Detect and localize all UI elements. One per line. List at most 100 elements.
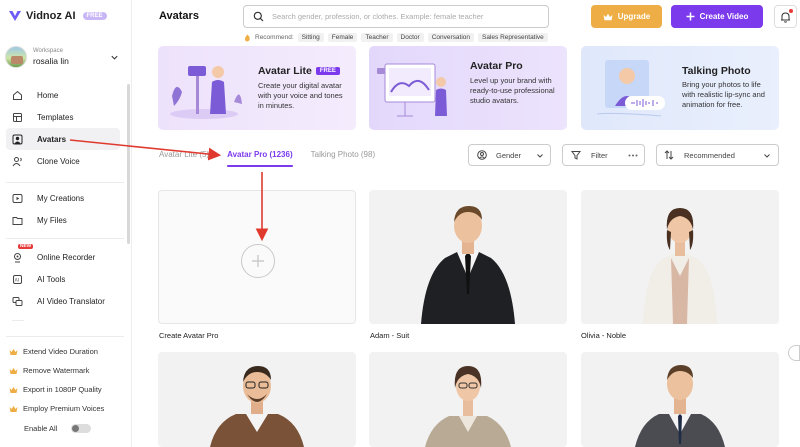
promo-item[interactable]: Remove Watermark [9, 361, 129, 380]
banner-title: Avatar Pro [470, 60, 523, 72]
create-video-label: Create Video [699, 12, 749, 21]
ai-tools-icon: AI [12, 274, 23, 285]
avatar-image [635, 365, 725, 447]
sidebar-item-templates[interactable]: Templates [0, 106, 128, 128]
avatar-card[interactable] [158, 352, 356, 447]
side-panel-handle[interactable] [788, 345, 800, 361]
card-title: Adam - Suit [370, 331, 410, 340]
plan-badge: FREE [82, 12, 107, 20]
avatar-card[interactable] [581, 352, 779, 447]
sort-icon [664, 150, 674, 160]
crown-icon [9, 367, 18, 374]
sidebar-item-label: Online Recorder [37, 252, 96, 262]
recommend-chip[interactable]: Conversation [427, 33, 475, 42]
recommend-chip[interactable]: Sales Representative [478, 33, 548, 42]
avatar [5, 46, 27, 68]
sidebar-scrollbar[interactable] [127, 84, 130, 244]
recommend-chip[interactable]: Sitting [297, 33, 324, 42]
card-title: Create Avatar Pro [159, 331, 219, 340]
vidnoz-logo-icon [9, 11, 21, 21]
avatar-card-adam[interactable] [369, 190, 567, 324]
nav-library: My Creations My Files [0, 187, 128, 231]
plus-icon [252, 255, 264, 267]
avatar-lite-banner[interactable]: Avatar Lite FREE Create your digital avat… [158, 46, 356, 130]
crown-icon [603, 13, 613, 20]
plus-icon [686, 12, 695, 21]
sidebar-item-my-files[interactable]: My Files [0, 209, 128, 231]
svg-text:AI: AI [15, 277, 19, 283]
card-title: Olivia - Noble [581, 331, 627, 340]
logo[interactable]: Vidnoz AI FREE [8, 8, 107, 24]
upgrade-label: Upgrade [617, 12, 651, 21]
sidebar-item-my-creations[interactable]: My Creations [0, 187, 128, 209]
promo-item[interactable]: Export in 1080P Quality [9, 380, 129, 399]
app-name: Vidnoz AI [26, 10, 76, 22]
avatar-pro-banner[interactable]: Avatar Pro Level up your brand with read… [369, 46, 567, 130]
avatar-card[interactable] [369, 352, 567, 447]
workspace-switcher[interactable]: Workspace rosalia lin [5, 42, 125, 72]
banner-description: Create your digital avatar with your voi… [258, 81, 343, 110]
filter-icon [571, 151, 581, 160]
sidebar-item-ai-video-translator[interactable]: AI Video Translator [0, 290, 128, 312]
sidebar-item-avatars[interactable]: Avatars [6, 128, 120, 150]
app-root: Vidnoz AI FREE Workspace rosalia lin Hom… [0, 0, 800, 447]
free-badge: FREE [315, 67, 340, 75]
sidebar-item-label: AI Video Translator [37, 296, 105, 306]
sidebar-item-ai-tools[interactable]: AI AI Tools [0, 268, 128, 290]
create-avatar-pro-card[interactable] [158, 190, 356, 324]
avatar-card-olivia[interactable] [581, 190, 779, 324]
enable-all-row: Enable All [24, 424, 92, 433]
promo-label: Export in 1080P Quality [23, 385, 102, 394]
filter-label: Filter [591, 150, 608, 160]
sidebar-item-label: Templates [37, 112, 74, 122]
gender-select[interactable]: Gender [468, 144, 551, 166]
person-voice-icon [12, 156, 23, 167]
search-icon [253, 11, 264, 22]
promo-label: Extend Video Duration [23, 347, 98, 356]
enable-all-toggle[interactable] [71, 424, 92, 433]
promo-item[interactable]: Employ Premium Voices [9, 399, 129, 418]
sidebar-item-online-recorder[interactable]: NEW Online Recorder [0, 244, 128, 268]
sidebar-item-label: My Files [37, 215, 67, 225]
sort-select[interactable]: Recommended [656, 144, 779, 166]
video-play-icon [12, 193, 23, 204]
divider [6, 336, 124, 337]
sidebar: Vidnoz AI FREE Workspace rosalia lin Hom… [0, 0, 132, 447]
talking-photo-banner[interactable]: Talking Photo Bring your photos to life … [581, 46, 779, 130]
sidebar-item-home[interactable]: Home [0, 84, 128, 106]
search-input[interactable] [272, 12, 532, 21]
tab-avatar-lite[interactable]: Avatar Lite (5) [159, 149, 209, 167]
sort-label: Recommended [684, 150, 735, 160]
notifications-button[interactable] [774, 5, 797, 28]
create-video-button[interactable]: Create Video [671, 5, 763, 28]
recommend-chip[interactable]: Teacher [361, 33, 393, 42]
banner-title-text: Avatar Lite [258, 65, 312, 77]
flame-icon [245, 34, 250, 41]
divider [6, 182, 124, 183]
banner-description: Level up your brand with ready-to-use pr… [470, 76, 555, 105]
sidebar-item-clone-voice[interactable]: Clone Voice [0, 150, 128, 172]
nav-main: Home Templates Avatars Clone Voice [0, 84, 128, 172]
tab-talking-photo[interactable]: Talking Photo (98) [311, 149, 375, 167]
folder-icon [12, 215, 23, 226]
avatar-image [425, 366, 511, 447]
translate-icon [12, 296, 23, 307]
crown-icon [9, 386, 18, 393]
search-bar[interactable] [243, 5, 549, 28]
promo-item[interactable]: Extend Video Duration [9, 342, 129, 361]
chevron-down-icon [537, 154, 543, 158]
recorder-icon [12, 252, 23, 263]
sidebar-item-label: My Creations [37, 193, 85, 203]
add-avatar-button[interactable] [241, 244, 275, 278]
recommend-chip[interactable]: Female [327, 33, 358, 42]
more-dots-icon [628, 154, 638, 157]
avatar-tabs: Avatar Lite (5) Avatar Pro (1236) Talkin… [159, 149, 375, 167]
recommend-chip[interactable]: Doctor [396, 33, 424, 42]
filter-button[interactable]: Filter [562, 144, 645, 166]
banner-title: Avatar Lite FREE [258, 65, 340, 77]
page-title: Avatars [159, 10, 199, 22]
chevron-down-icon [111, 55, 118, 60]
tab-avatar-pro[interactable]: Avatar Pro (1236) [227, 149, 293, 167]
crown-icon [9, 348, 18, 355]
upgrade-button[interactable]: Upgrade [591, 5, 662, 28]
